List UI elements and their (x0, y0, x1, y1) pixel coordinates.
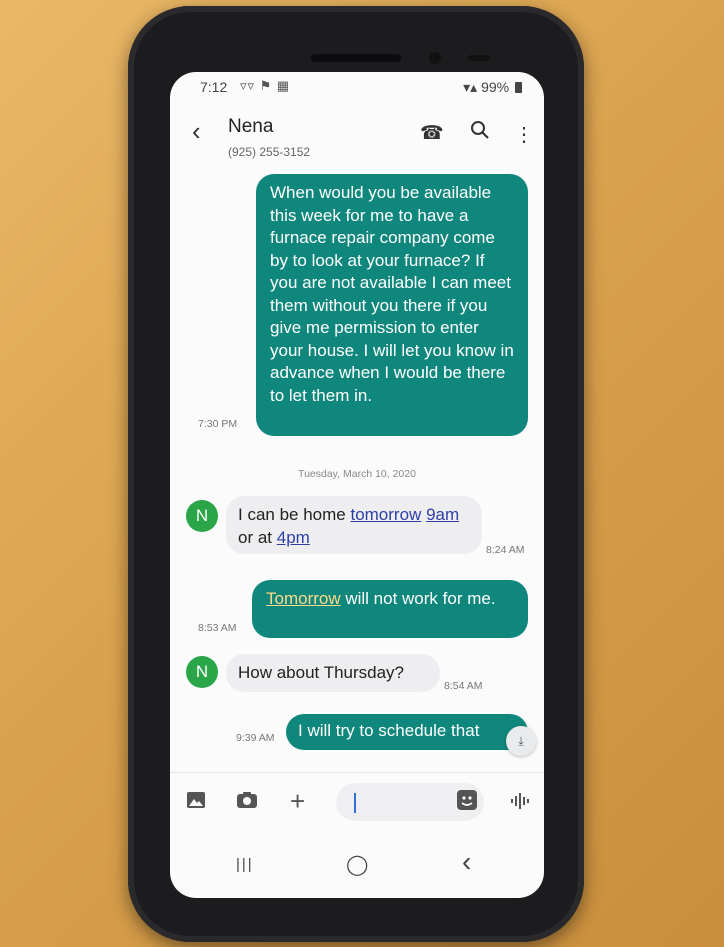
message-bubble-incoming[interactable]: I can be home tomorrow 9am or at 4pm (226, 496, 482, 554)
system-navigation-bar: ||| ◯ ‹ (170, 838, 544, 894)
search-icon[interactable] (470, 120, 490, 145)
message-bubble-incoming[interactable]: How about Thursday? (226, 654, 440, 692)
message-time: 8:53 AM (198, 622, 237, 634)
text-cursor (354, 793, 356, 813)
date-separator: Tuesday, March 10, 2020 (298, 468, 416, 480)
message-time: 7:30 PM (198, 418, 238, 430)
phone-call-icon[interactable]: ☎ (420, 122, 444, 145)
battery-icon (515, 82, 522, 93)
date-link[interactable]: tomorrow (350, 505, 421, 524)
front-camera (429, 52, 441, 64)
message-time: 9:39 AM (236, 732, 275, 744)
gallery-icon[interactable] (186, 791, 206, 814)
message-bubble-outgoing[interactable]: When would you be available this week fo… (256, 174, 528, 436)
message-composer: + (170, 772, 544, 831)
recent-apps-icon[interactable]: ||| (236, 856, 254, 873)
earpiece-speaker (311, 54, 401, 62)
proximity-sensor (468, 55, 490, 61)
message-bubble-outgoing[interactable]: Tomorrow will not work for me. (252, 580, 528, 638)
camera-icon[interactable] (236, 791, 258, 814)
signal-icon: ▾▴ (463, 79, 482, 95)
status-bar: 7:12 ▿▿ ⚑ ▦ ▾▴ 99% (170, 72, 544, 102)
contact-avatar[interactable]: N (186, 500, 218, 532)
phone-screen: 7:12 ▿▿ ⚑ ▦ ▾▴ 99% ‹ Nena (925) 255-3152… (170, 72, 544, 898)
time-link[interactable]: 4pm (277, 528, 310, 547)
message-text: I can be home (238, 505, 351, 524)
message-bubble-outgoing[interactable]: I will try to schedule that (286, 714, 528, 750)
contact-number: (925) 255-3152 (228, 145, 311, 159)
battery-status: ▾▴ 99% (463, 79, 522, 96)
add-attachment-icon[interactable]: + (290, 786, 305, 817)
date-link[interactable]: Tomorrow (266, 589, 341, 608)
message-thread[interactable]: When would you be available this week fo… (170, 166, 544, 766)
conversation-header: ‹ Nena (925) 255-3152 ☎ ⋮ (170, 102, 544, 166)
phone-device: 7:12 ▿▿ ⚑ ▦ ▾▴ 99% ‹ Nena (925) 255-3152… (128, 6, 584, 942)
contact-name[interactable]: Nena (228, 116, 273, 138)
battery-percent: 99% (481, 79, 510, 95)
time-link[interactable]: 9am (426, 505, 459, 524)
message-time: 8:24 AM (486, 544, 525, 556)
home-icon[interactable]: ◯ (346, 852, 368, 877)
sticker-icon[interactable] (456, 789, 478, 816)
nav-back-icon[interactable]: ‹ (462, 846, 471, 878)
notification-icons: ▿▿ ⚑ ▦ (240, 78, 291, 93)
message-text: or at (238, 527, 277, 547)
message-time: 8:54 AM (444, 680, 483, 692)
scroll-to-bottom-button[interactable]: ⤓ (506, 726, 536, 756)
voice-input-icon[interactable] (510, 791, 532, 816)
more-options-icon[interactable]: ⋮ (514, 122, 534, 147)
status-time: 7:12 (200, 79, 228, 95)
back-arrow-icon[interactable]: ‹ (192, 118, 201, 144)
message-text: will not work for me. (340, 589, 496, 608)
contact-avatar[interactable]: N (186, 656, 218, 688)
